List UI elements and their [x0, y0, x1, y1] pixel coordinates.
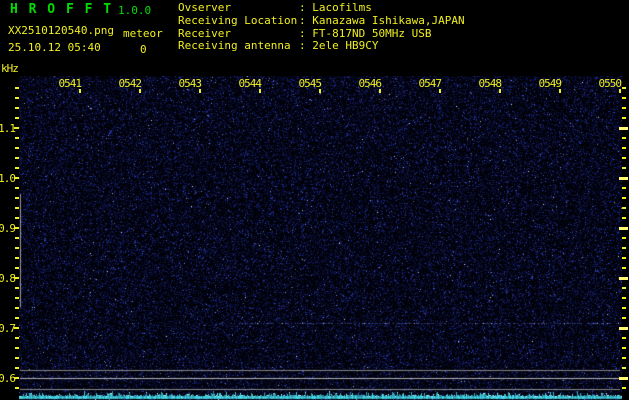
freq-tick-right: [622, 87, 626, 90]
app-title: H R O F F T: [10, 2, 113, 17]
freq-tick-right: [622, 337, 626, 340]
freq-tick-right: [622, 347, 626, 350]
time-tick: [259, 89, 261, 93]
time-tick: [439, 89, 441, 93]
freq-tick-right: [622, 367, 626, 370]
freq-tick-label: 0.9: [0, 222, 16, 236]
spectrogram-plot: 0541 0542 0543 0544 0545 0546 0547 0548 0549 0550: [19, 76, 622, 400]
time-tick: [379, 89, 381, 93]
freq-tick-label: 1.0: [0, 172, 16, 186]
output-filename: XX2510120540.png: [8, 24, 114, 37]
freq-tick-right: [622, 147, 626, 150]
freq-tick-right: [622, 167, 626, 170]
freq-tick-right: [622, 247, 626, 250]
time-tick: [499, 89, 501, 93]
info-label: Ovserver: [178, 1, 231, 14]
spectrogram-canvas: [19, 76, 622, 400]
time-tick: [79, 89, 81, 93]
freq-tick-label: 0.6: [0, 372, 16, 386]
freq-tick-right: [622, 97, 626, 100]
freq-tick-right: [622, 197, 626, 200]
time-tick-label: 0550: [598, 77, 622, 90]
meteor-count: 0: [140, 43, 147, 56]
time-tick-label: 0546: [358, 77, 382, 90]
time-tick-label: 0544: [238, 77, 262, 90]
info-value: : FT-817ND 50MHz USB: [299, 26, 432, 40]
freq-tick-right: [622, 387, 626, 390]
freq-tick-label: 0.8: [0, 272, 16, 286]
freq-tick-right: [622, 267, 626, 270]
info-label: Receiving antenna: [178, 39, 291, 53]
info-value: : Kanazawa Ishikawa,JAPAN: [299, 13, 465, 27]
freq-tick-right: [622, 297, 626, 300]
freq-tick-right: [622, 157, 626, 160]
time-tick-label: 0541: [58, 77, 82, 90]
freq-tick-right: [622, 117, 626, 120]
station-info-panel: Ovserver : Lacofilms Receiving Location: K…: [178, 1, 465, 53]
freq-tick-right: [622, 207, 626, 210]
time-tick-label: 0547: [418, 77, 442, 90]
freq-tick-right: [622, 357, 626, 360]
mode-label: meteor: [123, 27, 163, 40]
freq-tick-right: [622, 317, 626, 320]
time-tick-label: 0542: [118, 77, 142, 90]
time-tick-label: 0548: [478, 77, 502, 90]
time-tick: [559, 89, 561, 93]
freq-tick-right: [622, 237, 626, 240]
app-version: 1.0.0: [118, 4, 152, 17]
freq-tick-right: [622, 137, 626, 140]
freq-tick-right: [622, 217, 626, 220]
info-value: : Lacofilms: [299, 1, 372, 14]
freq-tick-right: [622, 307, 626, 310]
time-tick-label: 0549: [538, 77, 562, 90]
info-label: Receiving Location: [178, 13, 298, 27]
freq-tick-right: [622, 257, 626, 260]
time-tick-label: 0543: [178, 77, 202, 90]
time-tick: [199, 89, 201, 93]
freq-tick-right: [622, 287, 626, 290]
time-tick: [139, 89, 141, 93]
info-row: Receiving antenna : 2ele HB9CY: [178, 39, 465, 53]
freq-tick-label: 1.1: [0, 122, 16, 136]
timestamp-label: 25.10.12 05:40: [8, 41, 101, 54]
freq-tick-right: [622, 107, 626, 110]
hrofft-window: H R O F F T 1.0.0 XX2510120540.png meteo…: [0, 0, 629, 400]
time-tick: [319, 89, 321, 93]
info-value: : 2ele HB9CY: [299, 39, 379, 53]
time-tick-label: 0545: [298, 77, 322, 90]
freq-tick-label: 0.7: [0, 322, 16, 336]
freq-tick-right: [622, 187, 626, 190]
khz-axis-label: kHz: [1, 62, 19, 75]
time-tick: [619, 89, 621, 93]
